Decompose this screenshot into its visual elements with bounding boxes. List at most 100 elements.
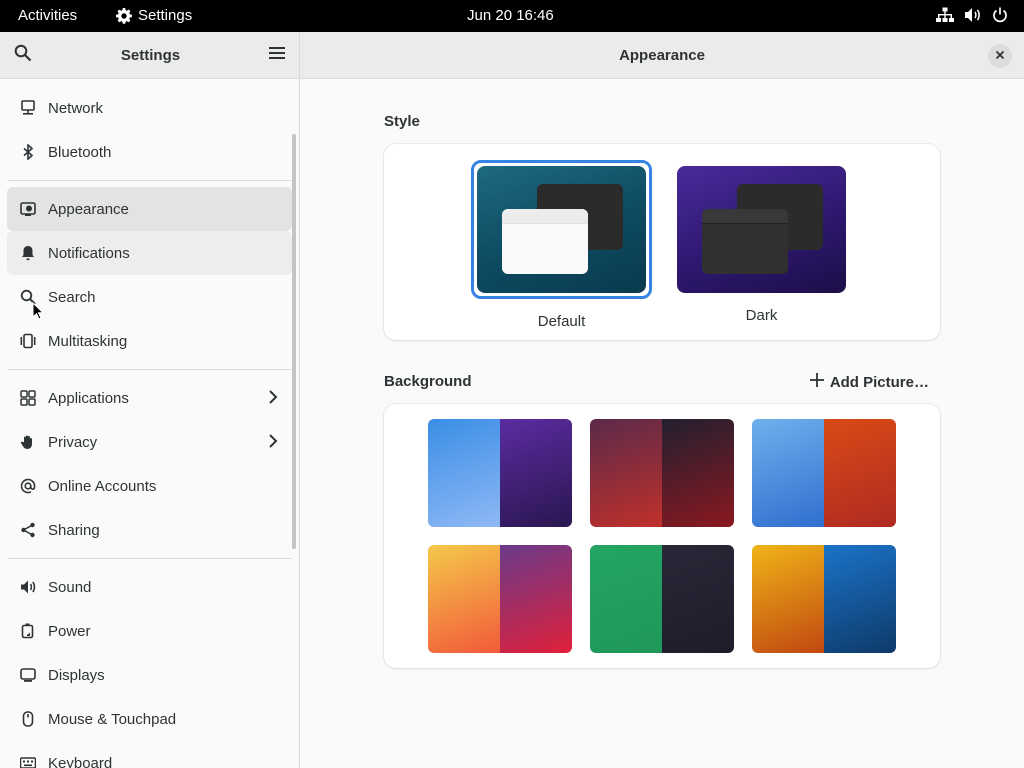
volume-icon xyxy=(964,7,982,23)
add-picture-label: Add Picture… xyxy=(829,373,929,391)
background-light-variant xyxy=(428,545,500,653)
background-light-variant xyxy=(752,419,824,527)
background-dark-variant xyxy=(662,545,734,653)
multitasking-icon xyxy=(20,333,36,349)
sidebar-item-label: Appearance xyxy=(48,200,129,218)
mouse-pointer-icon xyxy=(32,301,45,325)
sidebar-item-online-accounts[interactable]: Online Accounts xyxy=(7,464,292,508)
sidebar-item-privacy[interactable]: Privacy xyxy=(7,420,292,464)
background-light-variant xyxy=(428,419,500,527)
background-thumbnail-gradient-orange-red[interactable] xyxy=(428,545,572,653)
sidebar-item-bluetooth[interactable]: Bluetooth xyxy=(7,130,292,174)
sidebar-item-label: Search xyxy=(48,288,96,306)
hand-icon xyxy=(20,434,36,450)
sidebar-item-network[interactable]: Network xyxy=(7,86,292,130)
style-option-dark[interactable]: Dark xyxy=(677,166,846,324)
settings-window: Settings Network Bluetooth Appearance No… xyxy=(0,32,1024,768)
background-section-label: Background xyxy=(384,373,472,390)
close-icon xyxy=(995,47,1005,65)
sidebar-item-label: Applications xyxy=(48,389,129,407)
style-section-label: Style xyxy=(384,113,420,130)
sidebar-item-displays[interactable]: Displays xyxy=(7,653,292,697)
background-dark-variant xyxy=(824,545,896,653)
sidebar-item-label: Online Accounts xyxy=(48,477,157,495)
sidebar-item-label: Multitasking xyxy=(48,332,128,350)
sidebar-item-label: Notifications xyxy=(48,244,130,262)
sidebar-scrollbar[interactable] xyxy=(292,134,296,549)
network-wired-icon xyxy=(936,7,954,23)
background-thumbnail-dark-red-hexagons[interactable] xyxy=(590,419,734,527)
sidebar-item-label: Power xyxy=(48,622,91,640)
style-option-default[interactable]: Default xyxy=(471,160,652,330)
hamburger-menu-button[interactable] xyxy=(269,46,285,65)
network-icon xyxy=(20,100,36,116)
sidebar-item-appearance[interactable]: Appearance xyxy=(7,187,292,231)
chevron-right-icon xyxy=(268,389,278,409)
sidebar-item-label: Sharing xyxy=(48,521,100,539)
appearance-page: Style Default Dark Background Add Pictur… xyxy=(300,79,1024,768)
search-button[interactable] xyxy=(14,44,32,67)
style-default-preview xyxy=(477,166,646,293)
sidebar-item-sharing[interactable]: Sharing xyxy=(7,508,292,552)
sidebar-item-power[interactable]: Power xyxy=(7,609,292,653)
sidebar-item-label: Mouse & Touchpad xyxy=(48,710,177,728)
sidebar-item-search[interactable]: Search xyxy=(7,275,292,319)
background-card xyxy=(384,404,940,668)
sidebar-item-label: Network xyxy=(48,99,104,117)
background-thumbnail-mosaic-gold-blue[interactable] xyxy=(752,545,896,653)
background-dark-variant xyxy=(662,419,734,527)
sidebar-item-applications[interactable]: Applications xyxy=(7,376,292,420)
power-icon xyxy=(992,7,1008,23)
background-thumbnail-green-dots[interactable] xyxy=(590,545,734,653)
sidebar-separator xyxy=(7,369,292,370)
app-menu[interactable]: Settings xyxy=(116,7,192,24)
sidebar-item-keyboard[interactable]: Keyboard xyxy=(7,741,292,768)
background-light-variant xyxy=(590,419,662,527)
background-thumbnail-waves-blue-orange[interactable] xyxy=(752,419,896,527)
style-card: Default Dark xyxy=(384,144,940,340)
sidebar-item-notifications[interactable]: Notifications xyxy=(7,231,292,275)
keyboard-icon xyxy=(20,755,36,768)
background-light-variant xyxy=(590,545,662,653)
page-title: Appearance xyxy=(619,46,705,64)
gear-icon xyxy=(116,7,132,24)
applications-icon xyxy=(20,390,36,406)
sidebar-item-label: Displays xyxy=(48,666,105,684)
content-header: Appearance xyxy=(300,32,1024,79)
close-button[interactable] xyxy=(988,44,1012,68)
system-tray[interactable] xyxy=(936,7,1008,23)
bell-icon xyxy=(20,245,36,261)
style-default-selection-ring xyxy=(471,160,652,299)
background-light-variant xyxy=(752,545,824,653)
style-option-label: Default xyxy=(537,313,586,330)
add-picture-button[interactable]: Add Picture… xyxy=(809,373,929,391)
sidebar-title: Settings xyxy=(120,46,181,64)
clock[interactable]: Jun 20 16:46 xyxy=(467,7,554,24)
style-option-label: Dark xyxy=(745,307,778,324)
sidebar-header: Settings xyxy=(0,32,299,79)
sidebar-item-multitasking[interactable]: Multitasking xyxy=(7,319,292,363)
background-dark-variant xyxy=(500,419,572,527)
sidebar-separator xyxy=(7,558,292,559)
background-thumbnail-blue-purple-hexagons[interactable] xyxy=(428,419,572,527)
sidebar-item-label: Sound xyxy=(48,578,92,596)
bluetooth-icon xyxy=(20,144,36,160)
background-dark-variant xyxy=(824,419,896,527)
app-menu-label: Settings xyxy=(138,7,193,24)
sidebar: Settings Network Bluetooth Appearance No… xyxy=(0,32,300,768)
sidebar-list[interactable]: Network Bluetooth Appearance Notificatio… xyxy=(0,79,299,768)
mouse-icon xyxy=(20,711,36,727)
sidebar-item-mouse-touchpad[interactable]: Mouse & Touchpad xyxy=(7,697,292,741)
sidebar-item-label: Bluetooth xyxy=(48,143,112,161)
sidebar-item-label: Privacy xyxy=(48,433,98,451)
plus-icon xyxy=(809,373,824,391)
chevron-right-icon xyxy=(268,433,278,453)
at-icon xyxy=(20,478,36,494)
speaker-icon xyxy=(20,579,36,595)
appearance-icon xyxy=(20,201,36,217)
activities-button[interactable]: Activities xyxy=(18,7,77,24)
style-dark-preview xyxy=(677,166,846,293)
sidebar-item-sound[interactable]: Sound xyxy=(7,565,292,609)
sidebar-item-label: Keyboard xyxy=(48,754,113,768)
battery-icon xyxy=(20,623,36,639)
